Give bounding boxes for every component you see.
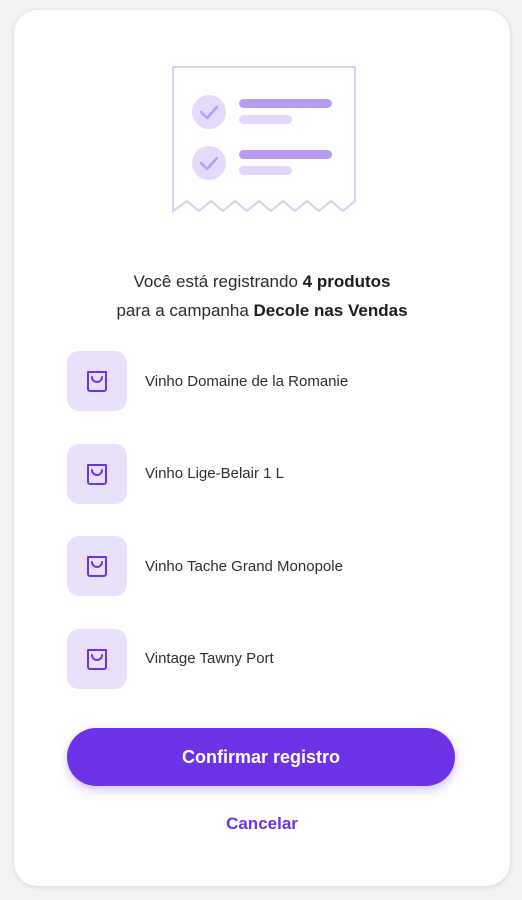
list-item: Vintage Tawny Port	[67, 628, 487, 690]
product-icon-container	[67, 536, 127, 596]
list-item: Vinho Domaine de la Romanie	[67, 350, 487, 412]
campaign-name: Decole nas Vendas	[253, 301, 408, 320]
list-item: Vinho Lige-Belair 1 L	[67, 443, 487, 505]
product-name: Vinho Tache Grand Monopole	[145, 557, 343, 575]
confirm-registration-button[interactable]: Confirmar registro	[67, 728, 455, 786]
shopping-bag-icon	[87, 648, 107, 670]
receipt-illustration-icon	[172, 66, 356, 213]
product-icon-container	[67, 443, 127, 504]
confirmation-dialog: Você está registrando 4 produtos para a …	[14, 10, 510, 886]
product-name: Vinho Domaine de la Romanie	[145, 372, 349, 390]
shopping-bag-icon	[87, 463, 107, 485]
summary-line-1: Você está registrando 4 produtos	[14, 267, 510, 296]
campaign-prefix: para a campanha	[116, 301, 254, 320]
product-name: Vinho Lige-Belair 1 L	[145, 465, 284, 482]
cancel-button[interactable]: Cancelar	[14, 814, 510, 834]
list-item: Vinho Tache Grand Monopole	[67, 535, 487, 597]
summary-prefix: Você está registrando	[133, 272, 303, 291]
summary-line-2: para a campanha Decole nas Vendas	[14, 296, 510, 325]
shopping-bag-icon	[87, 371, 107, 392]
product-name: Vintage Tawny Port	[145, 650, 274, 667]
product-list: Vinho Domaine de la Romanie Vinho Lige-B…	[67, 350, 487, 720]
product-icon-container	[67, 351, 127, 411]
registration-summary: Você está registrando 4 produtos para a …	[14, 267, 510, 325]
shopping-bag-icon	[87, 556, 107, 577]
product-icon-container	[67, 628, 127, 689]
product-count: 4 produtos	[302, 272, 391, 291]
